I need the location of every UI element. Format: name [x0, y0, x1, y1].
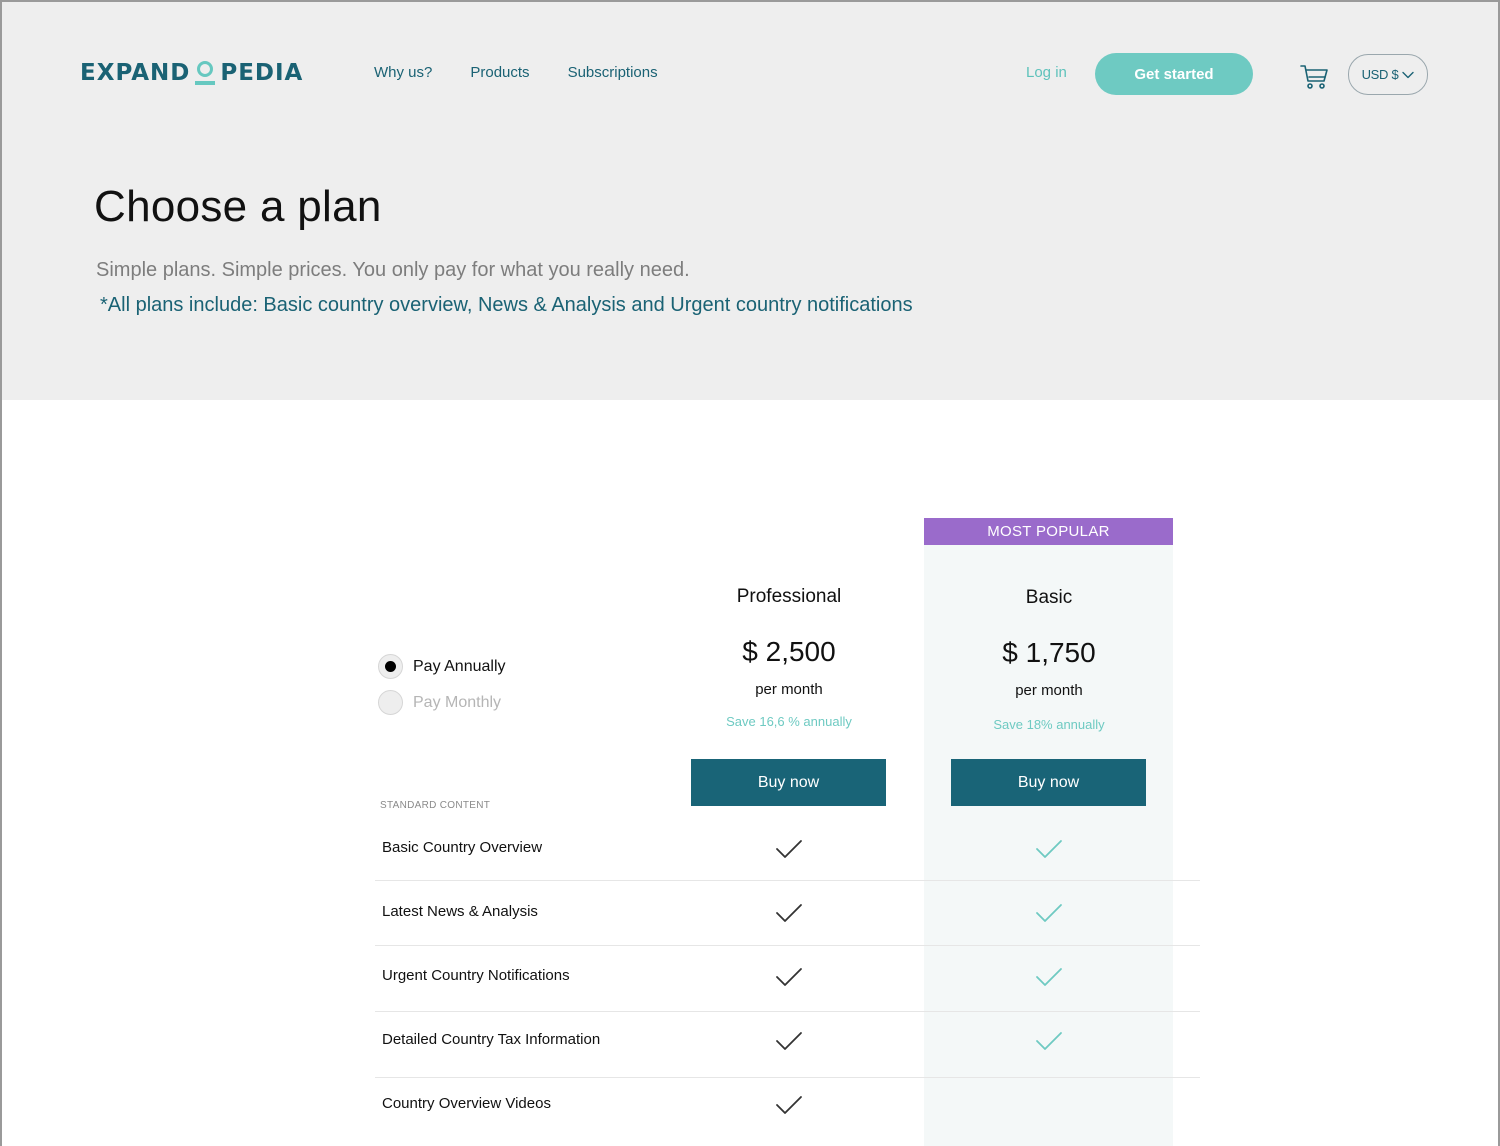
- nav-why-us[interactable]: Why us?: [374, 64, 432, 81]
- logo-text-right: PEDIA: [220, 60, 304, 86]
- get-started-button[interactable]: Get started: [1095, 53, 1253, 95]
- logo-text-left: EXPAND: [80, 60, 191, 86]
- logo[interactable]: EXPAND PEDIA: [80, 58, 303, 88]
- standard-content-label: STANDARD CONTENT: [380, 800, 491, 811]
- check-icon: [1035, 902, 1063, 924]
- plan-professional-name: Professional: [736, 586, 842, 607]
- currency-label: USD $: [1361, 67, 1399, 82]
- buy-basic-button[interactable]: Buy now: [951, 759, 1146, 806]
- buy-professional-button[interactable]: Buy now: [691, 759, 886, 806]
- row-divider: [375, 1077, 1200, 1078]
- check-icon: [775, 966, 803, 988]
- plan-professional-price: $ 2,500: [742, 636, 836, 667]
- pay-annually-label: Pay Annually: [413, 657, 506, 675]
- nav-products[interactable]: Products: [470, 64, 529, 81]
- currency-select[interactable]: USD $: [1348, 54, 1428, 95]
- plan-basic-period: per month: [1015, 682, 1083, 699]
- plans-include-note: *All plans include: Basic country overvi…: [100, 294, 913, 316]
- row-divider: [375, 945, 1200, 946]
- plan-professional-savings: Save 16,6 % annually: [726, 714, 852, 729]
- plan-professional-period: per month: [755, 681, 823, 698]
- check-icon: [775, 838, 803, 860]
- nav-subscriptions[interactable]: Subscriptions: [568, 64, 658, 81]
- feature-name: Detailed Country Tax Information: [382, 1031, 601, 1048]
- check-icon: [775, 1030, 803, 1052]
- check-icon: [1035, 1030, 1063, 1052]
- page-subtitle: Simple plans. Simple prices. You only pa…: [96, 259, 690, 281]
- check-icon: [775, 902, 803, 924]
- row-divider: [375, 1011, 1200, 1012]
- plan-basic-name: Basic: [1025, 587, 1073, 608]
- login-link[interactable]: Log in: [1026, 64, 1067, 81]
- pay-monthly-radio[interactable]: [378, 690, 403, 715]
- check-icon: [1035, 966, 1063, 988]
- feature-name: Country Overview Videos: [382, 1095, 551, 1112]
- cart-icon[interactable]: [1298, 60, 1330, 92]
- check-icon: [1035, 838, 1063, 860]
- chevron-down-icon: [1402, 71, 1415, 78]
- feature-name: Basic Country Overview: [382, 839, 543, 856]
- feature-name: Latest News & Analysis: [382, 903, 538, 920]
- logo-mark-icon: [194, 59, 216, 87]
- check-icon: [775, 1094, 803, 1116]
- pay-monthly-option[interactable]: Pay Monthly: [378, 690, 501, 715]
- pay-annually-option[interactable]: Pay Annually: [378, 654, 506, 679]
- page-title: Choose a plan: [94, 182, 382, 231]
- most-popular-badge: MOST POPULAR: [924, 518, 1173, 545]
- feature-name: Urgent Country Notifications: [382, 967, 570, 984]
- pay-monthly-label: Pay Monthly: [413, 693, 502, 711]
- pay-annually-radio[interactable]: [378, 654, 403, 679]
- row-divider: [375, 880, 1200, 881]
- plan-basic-price: $ 1,750: [1002, 637, 1096, 668]
- main-nav: Why us? Products Subscriptions: [374, 64, 658, 81]
- plan-basic-savings: Save 18% annually: [993, 717, 1105, 732]
